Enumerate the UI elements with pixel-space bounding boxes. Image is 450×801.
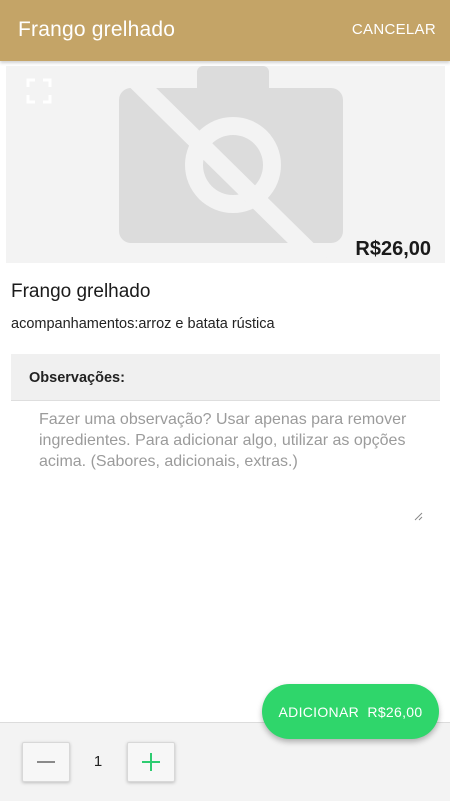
app-bar: Frango grelhado CANCELAR (0, 0, 450, 61)
add-to-cart-button[interactable]: ADICIONAR R$26,00 (262, 684, 439, 739)
product-name: Frango grelhado (11, 281, 151, 302)
observations-input[interactable] (27, 405, 423, 523)
observations-header: Observações: (11, 354, 440, 401)
add-button-price: R$26,00 (367, 703, 423, 720)
price-overlay: R$26,00 (355, 238, 431, 260)
expand-icon[interactable] (26, 78, 52, 104)
product-description: acompanhamentos:arroz e batata rústica (11, 316, 275, 332)
plus-icon (142, 753, 160, 771)
cancel-button[interactable]: CANCELAR (352, 21, 436, 38)
minus-icon (37, 761, 55, 763)
quantity-value: 1 (93, 753, 103, 770)
no-photo-icon (114, 66, 343, 263)
resize-grip-icon[interactable] (414, 512, 423, 521)
decrease-quantity-button[interactable] (22, 742, 70, 782)
product-image: R$26,00 (6, 66, 445, 263)
increase-quantity-button[interactable] (127, 742, 175, 782)
observations-label: Observações: (29, 370, 125, 386)
add-button-label: ADICIONAR (278, 703, 360, 720)
page-title: Frango grelhado (18, 18, 176, 41)
